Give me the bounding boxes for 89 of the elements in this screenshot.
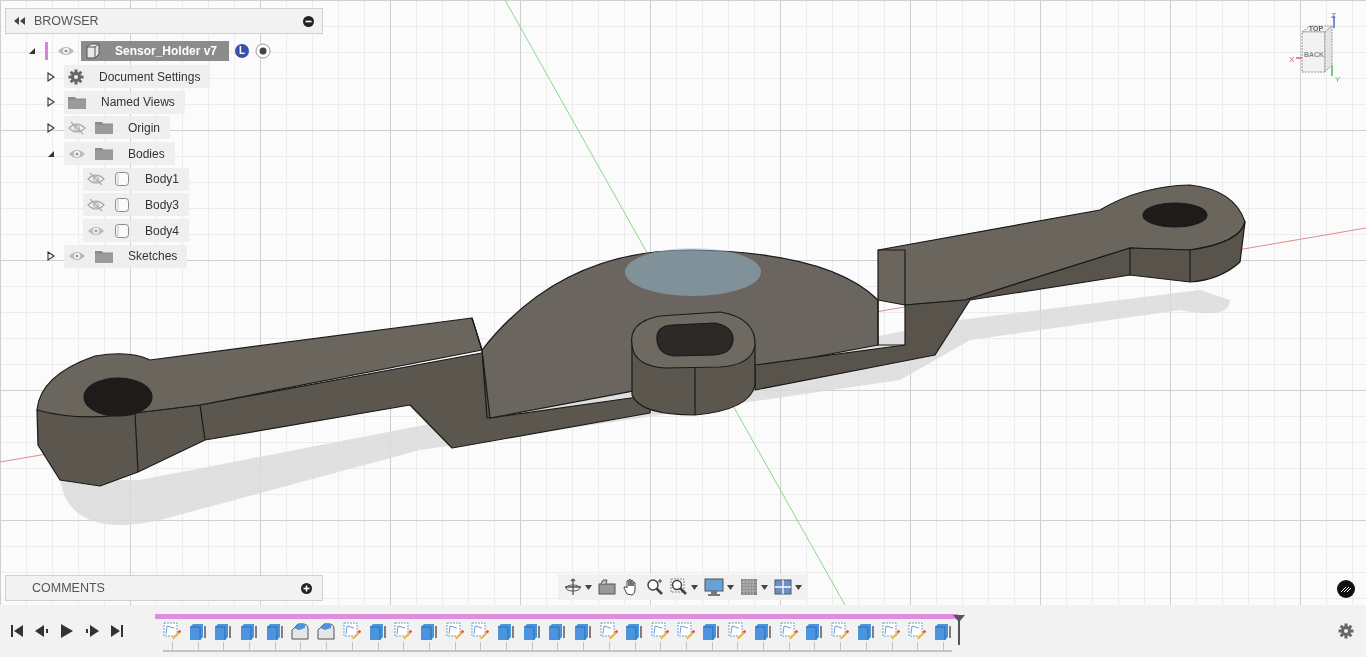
extrude-feature-icon[interactable]	[419, 622, 438, 640]
body-icon	[114, 196, 130, 213]
expand-arrow-icon[interactable]	[46, 71, 56, 82]
extrude-feature-icon[interactable]	[496, 622, 515, 640]
folder-icon	[95, 249, 113, 263]
caret-icon[interactable]	[761, 584, 768, 590]
display-monitor-icon[interactable]	[704, 578, 724, 596]
activate-radio-icon[interactable]	[255, 42, 272, 59]
extrude-feature-icon[interactable]	[548, 622, 567, 640]
caret-icon[interactable]	[585, 584, 592, 590]
browser-tree-item[interactable]: Body1	[83, 167, 190, 191]
expand-arrow-icon[interactable]	[46, 251, 56, 262]
minimize-icon[interactable]	[303, 15, 314, 27]
sketch-feature-icon[interactable]	[728, 622, 747, 640]
sketch-feature-icon[interactable]	[394, 622, 413, 640]
look-at-icon[interactable]	[598, 579, 616, 595]
browser-tree-item[interactable]: Body3	[83, 193, 190, 217]
sketch-feature-icon[interactable]	[676, 622, 695, 640]
expand-arrow-icon[interactable]	[46, 122, 56, 133]
eye-slashed-icon[interactable]	[87, 197, 105, 212]
extrude-feature-icon[interactable]	[188, 622, 207, 640]
component-icon	[85, 42, 101, 59]
settings-icon[interactable]	[1338, 623, 1354, 639]
view-cube[interactable]	[1301, 25, 1333, 73]
browser-tree-item[interactable]: Sketches	[64, 244, 188, 268]
extrude-feature-icon[interactable]	[933, 622, 952, 640]
fillet-feature-icon[interactable]	[291, 622, 310, 640]
expand-arrow-icon[interactable]	[46, 97, 56, 108]
extrude-feature-icon[interactable]	[574, 622, 592, 640]
sketch-feature-icon[interactable]	[907, 622, 926, 640]
viewports-icon[interactable]	[774, 579, 792, 595]
browser-tree-item[interactable]: Named Views	[64, 90, 185, 114]
extrude-feature-icon[interactable]	[805, 622, 824, 640]
folder-icon	[95, 147, 113, 161]
extrude-feature-icon[interactable]	[265, 622, 284, 640]
folder-icon	[68, 95, 86, 109]
eye-slashed-icon[interactable]	[68, 120, 86, 135]
go-to-start-icon[interactable]	[10, 624, 24, 638]
extrude-feature-icon[interactable]	[625, 622, 644, 640]
sketch-feature-icon[interactable]	[779, 622, 798, 640]
user-badge: L	[235, 43, 250, 58]
body-icon	[114, 222, 130, 239]
extrude-feature-icon[interactable]	[702, 622, 721, 640]
gear-icon	[68, 68, 84, 85]
go-to-end-icon[interactable]	[110, 624, 124, 638]
sketch-feature-icon[interactable]	[882, 622, 901, 640]
eye-icon[interactable]	[57, 44, 75, 57]
caret-icon[interactable]	[795, 584, 802, 590]
body-icon	[114, 171, 130, 188]
left-arm-drawing[interactable]	[36, 317, 653, 487]
fillet-feature-icon[interactable]	[317, 622, 336, 640]
extrude-feature-icon[interactable]	[240, 622, 259, 640]
sketch-feature-icon[interactable]	[651, 622, 670, 640]
extrude-feature-icon[interactable]	[368, 622, 387, 640]
sketch-feature-icon[interactable]	[830, 622, 849, 640]
browser-tree-item[interactable]: Origin	[64, 116, 170, 140]
step-forward-icon[interactable]	[84, 624, 100, 638]
caret-icon[interactable]	[691, 584, 698, 590]
step-back-icon[interactable]	[34, 624, 50, 638]
collapse-panel-icon[interactable]	[14, 17, 26, 25]
extrude-feature-icon[interactable]	[753, 622, 772, 640]
browser-title: BROWSER	[34, 14, 100, 28]
browser-tree-item[interactable]: Body4	[83, 219, 190, 243]
caret-icon[interactable]	[727, 584, 734, 590]
zoom-window-icon[interactable]	[670, 578, 688, 596]
sketch-feature-icon[interactable]	[163, 622, 181, 640]
browser-tree-item[interactable]: Document Settings	[64, 65, 211, 89]
sketch-feature-icon[interactable]	[342, 622, 361, 640]
feedback-icon[interactable]	[1337, 580, 1355, 598]
eye-icon[interactable]	[87, 224, 105, 237]
timeline-marker[interactable]	[951, 615, 966, 645]
browser-tree-item[interactable]: Bodies	[64, 142, 175, 166]
sketch-feature-icon[interactable]	[599, 622, 618, 640]
eye-slashed-icon[interactable]	[87, 172, 105, 187]
eye-icon[interactable]	[68, 147, 86, 160]
zoom-icon[interactable]	[646, 578, 664, 596]
orbit-icon[interactable]	[564, 578, 582, 596]
extrude-feature-icon[interactable]	[522, 622, 541, 640]
sketch-feature-icon[interactable]	[471, 622, 490, 640]
boss-drawing[interactable]	[631, 311, 756, 416]
extrude-feature-icon[interactable]	[214, 622, 233, 640]
sketch-feature-icon[interactable]	[445, 622, 464, 640]
eye-icon[interactable]	[68, 250, 86, 263]
folder-icon	[95, 121, 113, 135]
extrude-feature-icon[interactable]	[856, 622, 875, 640]
add-icon[interactable]	[301, 582, 312, 594]
play-icon[interactable]	[60, 623, 74, 639]
right-arm-drawing[interactable]	[754, 184, 1246, 391]
comments-title: COMMENTS	[32, 581, 106, 595]
